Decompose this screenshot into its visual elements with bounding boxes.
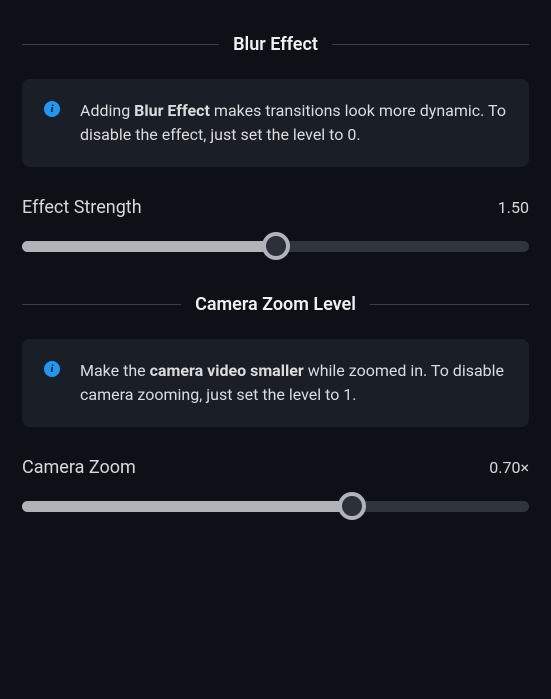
slider-fill [22, 501, 352, 512]
divider [22, 304, 181, 305]
info-text-bold: Blur Effect [134, 101, 210, 120]
info-text-bold: camera video smaller [150, 361, 304, 380]
camera-zoom-slider[interactable] [22, 492, 529, 520]
info-text-prefix: Make the [80, 361, 150, 380]
slider-track [22, 501, 529, 512]
effect-strength-value: 1.50 [498, 198, 529, 217]
info-box: i Make the camera video smaller while zo… [22, 339, 529, 427]
effect-strength-slider[interactable] [22, 232, 529, 260]
info-icon-wrap: i [44, 99, 60, 147]
camera-zoom-label: Camera Zoom [22, 457, 136, 478]
divider [370, 304, 529, 305]
info-icon-wrap: i [44, 359, 60, 407]
slider-label-row: Effect Strength 1.50 [22, 197, 529, 218]
slider-thumb[interactable] [262, 232, 290, 260]
blur-effect-section: Blur Effect i Adding Blur Effect makes t… [22, 34, 529, 260]
section-title: Blur Effect [233, 34, 318, 55]
info-text: Adding Blur Effect makes transitions loo… [80, 99, 507, 147]
info-icon: i [44, 101, 60, 117]
slider-track [22, 241, 529, 252]
slider-fill [22, 241, 276, 252]
info-box: i Adding Blur Effect makes transitions l… [22, 79, 529, 167]
slider-label-row: Camera Zoom 0.70× [22, 457, 529, 478]
info-text-prefix: Adding [80, 101, 134, 120]
camera-zoom-section: Camera Zoom Level i Make the camera vide… [22, 294, 529, 520]
divider [22, 44, 219, 45]
effect-strength-label: Effect Strength [22, 197, 142, 218]
info-text: Make the camera video smaller while zoom… [80, 359, 507, 407]
divider [332, 44, 529, 45]
info-icon: i [44, 361, 60, 377]
slider-thumb[interactable] [338, 492, 366, 520]
section-header: Blur Effect [22, 34, 529, 55]
section-header: Camera Zoom Level [22, 294, 529, 315]
section-title: Camera Zoom Level [195, 294, 356, 315]
camera-zoom-value: 0.70× [489, 458, 529, 477]
